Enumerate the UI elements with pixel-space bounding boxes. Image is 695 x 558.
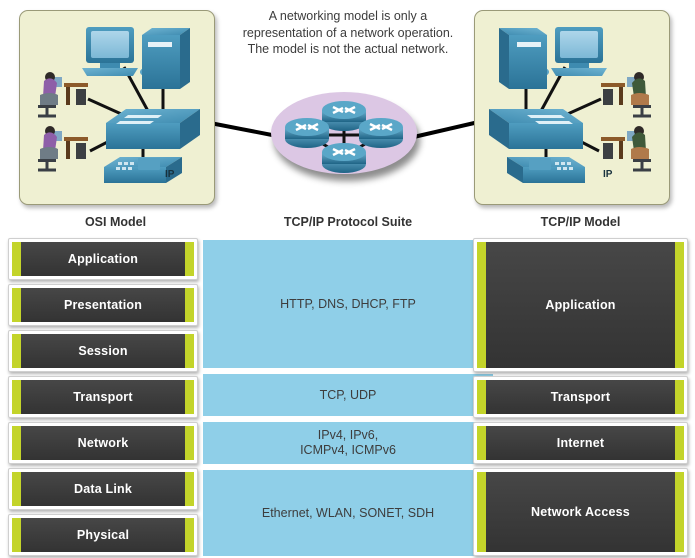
network-switch-icon: [489, 109, 583, 149]
server-tower-icon: [142, 28, 190, 89]
lan-panel-left: IP: [19, 10, 215, 205]
ip-phone-icon: IP: [104, 157, 182, 183]
caption-line-1: A networking model is only a: [268, 9, 428, 23]
caption-line-2: representation of a network operation.: [242, 25, 454, 40]
ip-phone-label: IP: [603, 169, 613, 180]
osi-layer-label: Data Link: [73, 482, 133, 496]
osi-layer-application[interactable]: Application: [8, 238, 198, 280]
ip-phone-icon: [507, 157, 585, 183]
protocol-block-application: HTTP, DNS, DHCP, FTP: [203, 240, 493, 368]
tcpip-layer-label: Network Access: [531, 505, 630, 519]
tcpip-layer-network-access[interactable]: Network Access: [473, 468, 688, 556]
osi-layer-label: Application: [67, 252, 139, 266]
router-icon: [359, 118, 403, 148]
tcpip-layer-internet[interactable]: Internet: [473, 422, 688, 464]
header-osi-model: OSI Model: [84, 215, 147, 229]
seated-user-icon: [38, 126, 88, 172]
lan-right-graphic: IP: [489, 27, 651, 183]
svg-text:IP: IP: [165, 169, 175, 180]
network-switch-icon: [106, 109, 200, 149]
osi-layer-label: Physical: [76, 528, 130, 542]
tcpip-layer-label: Transport: [550, 390, 611, 404]
network-topology-diagram: IP A networking model is only a represen…: [0, 0, 695, 212]
protocol-block-internet: IPv4, IPv6, ICMPv4, ICMPv6: [203, 422, 493, 464]
header-tcpip-protocol-suite: TCP/IP Protocol Suite: [283, 215, 413, 229]
osi-layer-label: Transport: [73, 390, 133, 404]
lan-left-graphic: IP: [38, 27, 200, 183]
lan-panel-right: IP: [474, 10, 670, 205]
osi-layer-presentation[interactable]: Presentation: [8, 284, 198, 326]
model-comparison-stacks: HTTP, DNS, DHCP, FTP TCP, UDP IPv4, IPv6…: [0, 238, 695, 558]
seated-user-icon: [38, 72, 88, 118]
caption-line-3: The model is not the actual network.: [247, 42, 449, 56]
router-icon: [285, 118, 329, 148]
protocol-internet-line-2: ICMPv4, ICMPv6: [300, 443, 396, 457]
osi-layer-label: Presentation: [63, 298, 143, 312]
router-icon: [322, 143, 366, 173]
protocol-internet-line-1: IPv4, IPv6,: [317, 428, 379, 442]
tcpip-layer-transport[interactable]: Transport: [473, 376, 688, 418]
cloud-routers-graphic: [285, 101, 403, 173]
osi-layer-data-link[interactable]: Data Link: [8, 468, 198, 510]
diagram-caption: A networking model is only a representat…: [228, 8, 468, 58]
wan-cloud: [265, 88, 423, 188]
protocol-block-network-access: Ethernet, WLAN, SONET, SDH: [203, 470, 493, 556]
osi-layer-session[interactable]: Session: [8, 330, 198, 372]
osi-layer-physical[interactable]: Physical: [8, 514, 198, 556]
tcpip-layer-label: Application: [545, 298, 616, 312]
desktop-computer-icon: [82, 27, 152, 76]
header-tcpip-model: TCP/IP Model: [540, 215, 621, 229]
seated-user-icon: [601, 72, 651, 118]
tcpip-layer-application[interactable]: Application: [473, 238, 688, 372]
desktop-computer-icon: [537, 27, 607, 76]
osi-layer-transport[interactable]: Transport: [8, 376, 198, 418]
tcpip-layer-label: Internet: [556, 436, 605, 450]
server-tower-icon: [499, 28, 547, 89]
column-headers: OSI Model TCP/IP Protocol Suite TCP/IP M…: [0, 212, 695, 238]
protocol-block-transport: TCP, UDP: [203, 374, 493, 416]
seated-user-icon: [601, 126, 651, 172]
osi-layer-label: Network: [77, 436, 129, 450]
osi-layer-network[interactable]: Network: [8, 422, 198, 464]
osi-layer-label: Session: [78, 344, 128, 358]
